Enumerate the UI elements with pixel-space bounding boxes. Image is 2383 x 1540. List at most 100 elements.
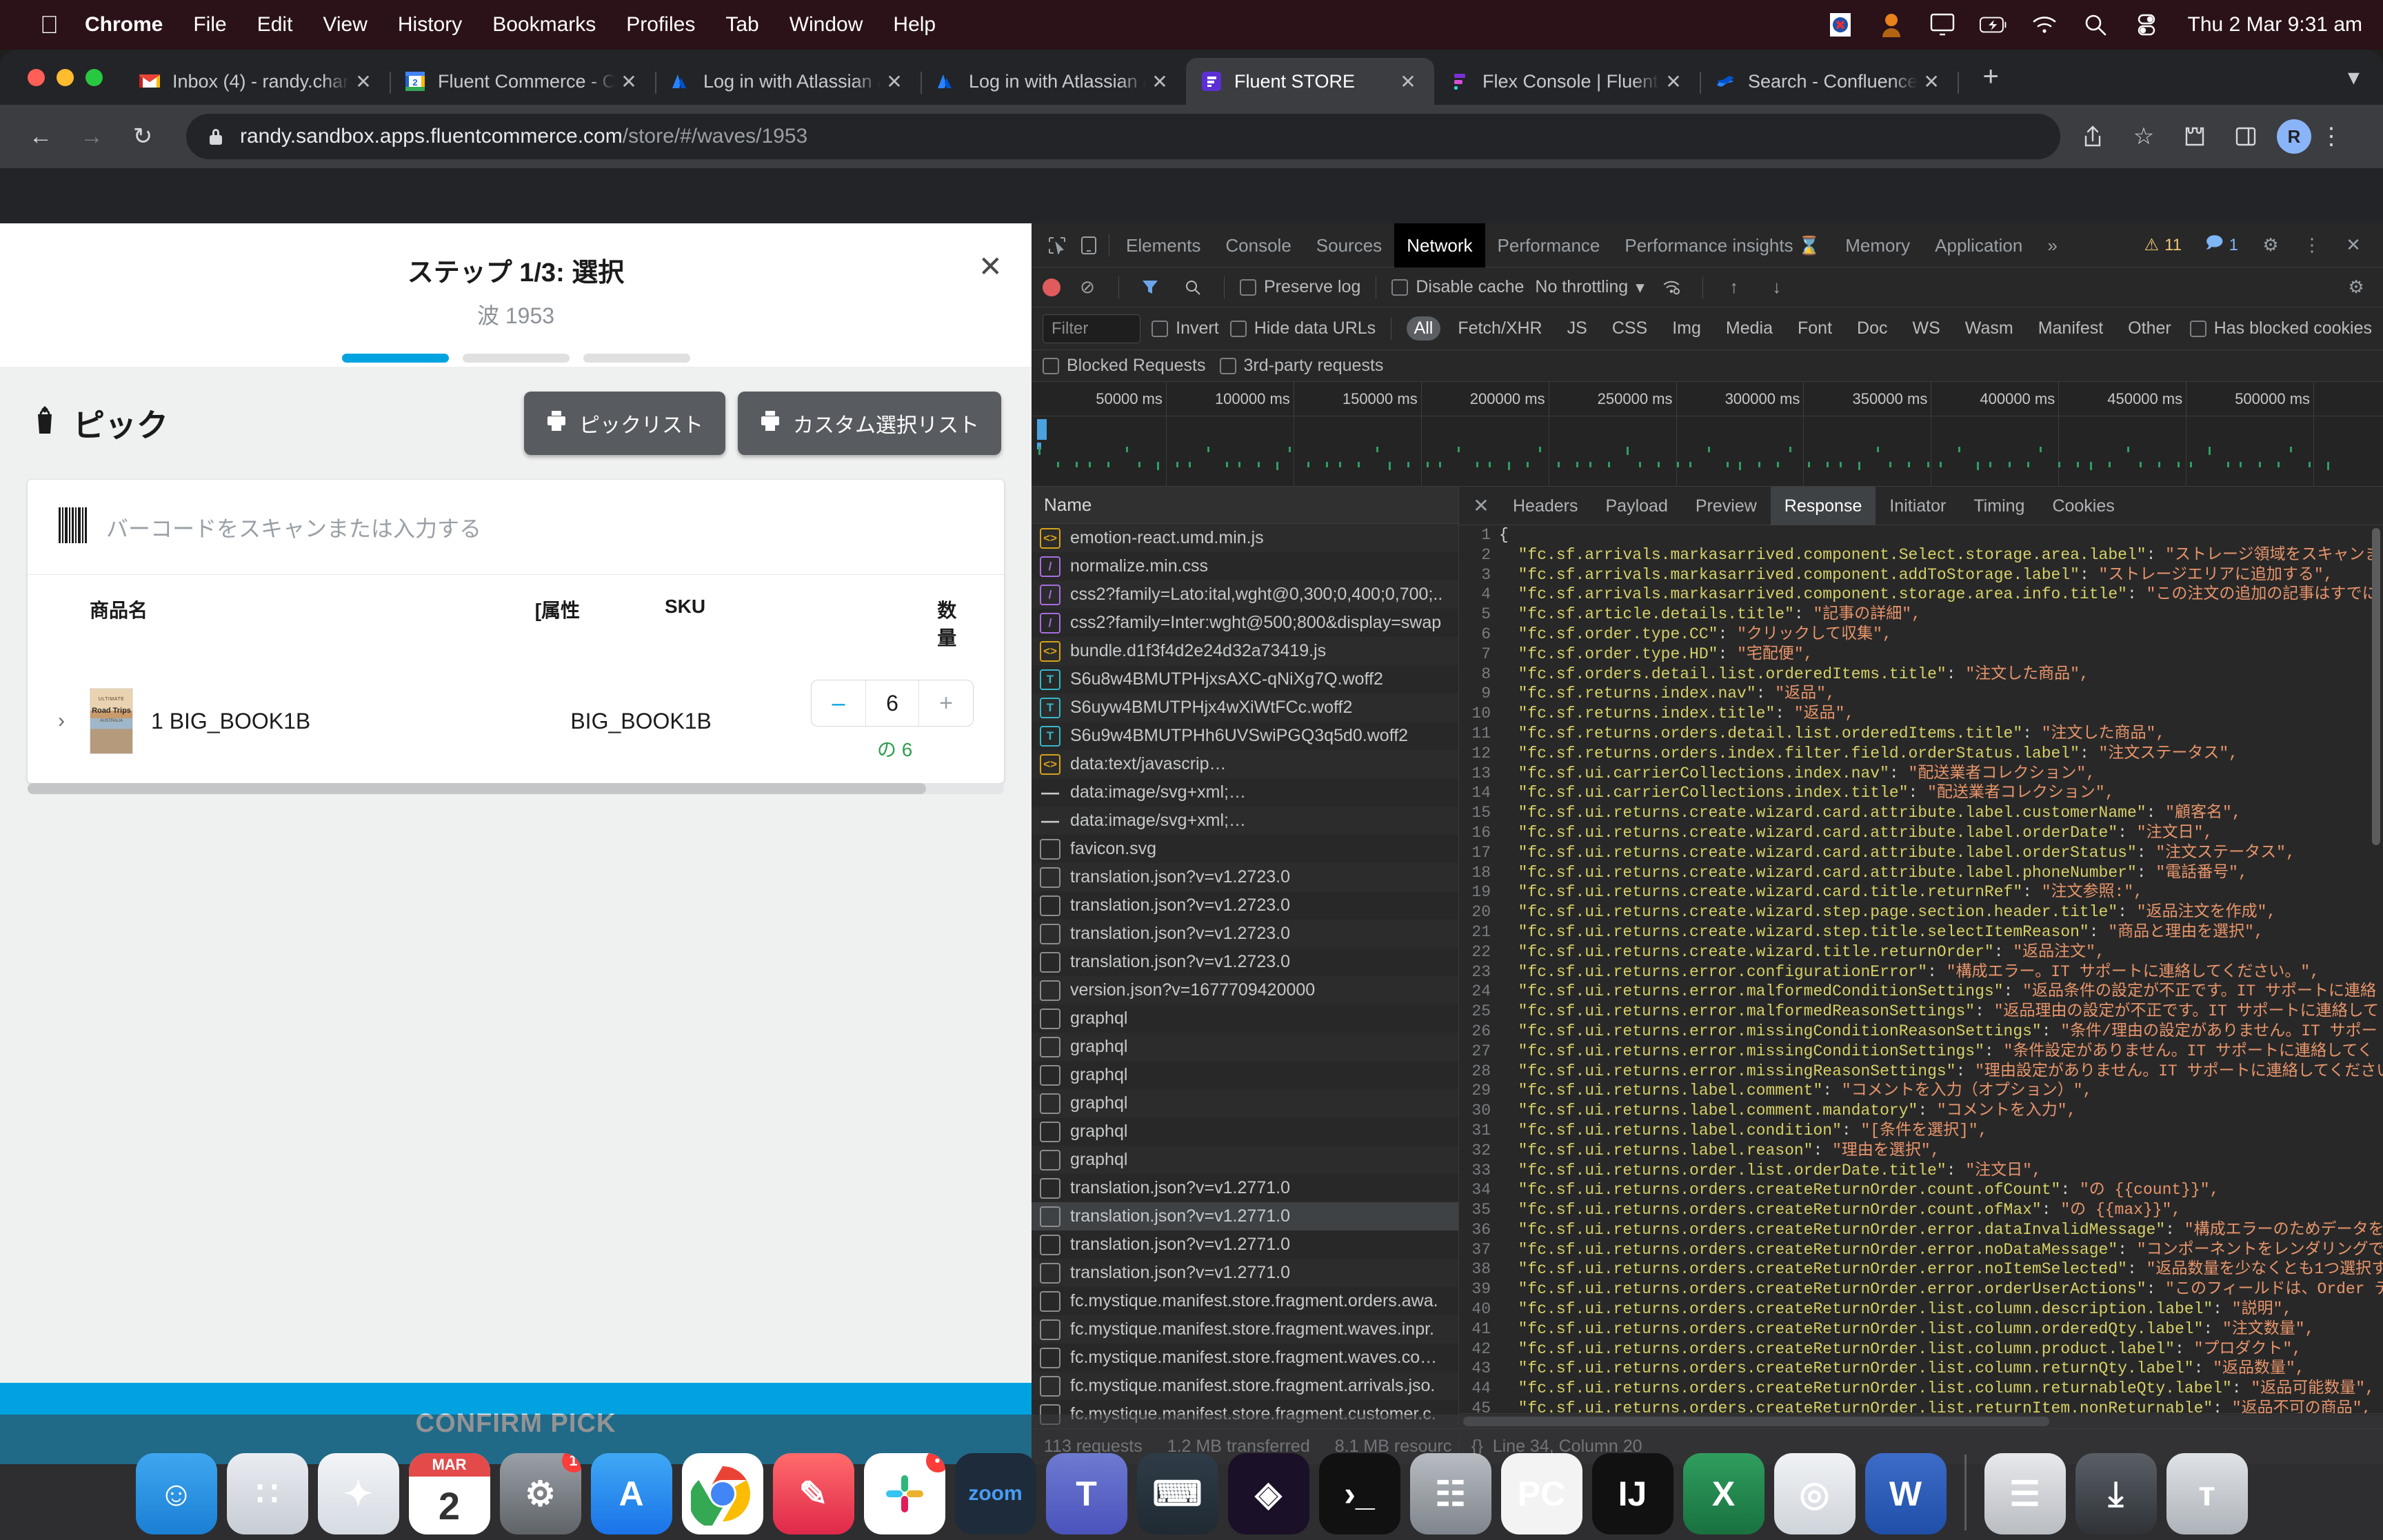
dock-item-launchpad[interactable]: ∷ [226,1453,308,1534]
request-row[interactable]: graphql [1032,1146,1458,1174]
import-har-icon[interactable]: ↑ [1718,272,1750,303]
menu-window[interactable]: Window [790,13,863,37]
request-list-body[interactable]: <> emotion-react.umd.min.js / normalize.min… [1032,524,1458,1428]
tab-console[interactable]: Console [1213,223,1303,267]
request-row[interactable]: fc.mystique.manifest.store.fragment.arri… [1032,1372,1458,1400]
dock-item-pc-manager[interactable]: PC [1500,1453,1582,1534]
request-row[interactable]: / normalize.min.css [1032,552,1458,580]
record-icon[interactable] [1043,278,1060,296]
request-row[interactable]: <> data:text/javascrip… [1032,750,1458,778]
pick-list-button[interactable]: ピックリスト [524,392,725,455]
more-panels-icon[interactable]: » [2035,223,2069,267]
disable-cache-checkbox[interactable]: Disable cache [1391,277,1524,297]
chrome-menu-icon[interactable]: ⋮ [2311,116,2351,156]
tab-cookies[interactable]: Cookies [2038,487,2128,525]
request-row[interactable]: <> bundle.d1f3f4d2e24d32a73419.js [1032,637,1458,665]
request-row[interactable]: — data:image/svg+xml;… [1032,778,1458,807]
display-icon[interactable] [1929,11,1956,39]
dock-item-app-store[interactable]: A [590,1453,672,1534]
extensions-icon[interactable] [2175,116,2215,156]
filter-type-doc[interactable]: Doc [1849,316,1895,341]
info-count-badge[interactable]: 🗩 1 [2198,230,2245,261]
devtools-close-icon[interactable]: ✕ [2337,230,2369,261]
dock-item-safari[interactable]: ✦ [317,1453,399,1534]
decrement-button[interactable]: – [812,690,865,717]
dock-item-chrome[interactable] [681,1453,763,1534]
filter-type-all[interactable]: All [1406,316,1441,341]
request-row[interactable]: / css2?family=Inter:wght@500;800&display=… [1032,609,1458,637]
request-row[interactable]: / css2?family=Lato:ital,wght@0,300;0,400;… [1032,580,1458,609]
dock-item-calendar[interactable]: MAR 2 [408,1453,490,1534]
share-icon[interactable] [2073,116,2113,156]
close-tab-button[interactable]: ✕ [1394,70,1422,93]
side-panel-icon[interactable] [2226,116,2266,156]
invert-checkbox[interactable]: Invert [1152,318,1219,338]
battery-charging-icon[interactable] [1979,11,2007,39]
dock-item-documents[interactable]: ☰ [1984,1453,2066,1534]
wifi-icon[interactable] [2031,11,2058,39]
devtools-more-icon[interactable]: ⋮ [2296,230,2328,261]
code-vertical-scrollbar[interactable] [2372,528,2380,845]
inspect-element-icon[interactable] [1041,230,1073,261]
dock-item-vscode[interactable]: ⌨ [1136,1453,1218,1534]
browser-tab-6[interactable]: Search - Confluence ✕ [1700,58,1960,105]
tab-sources[interactable]: Sources [1304,223,1394,267]
dock-item-excel[interactable]: X [1682,1453,1764,1534]
menu-history[interactable]: History [398,13,462,37]
filter-icon[interactable] [1134,272,1166,303]
device-toolbar-icon[interactable] [1073,230,1105,261]
request-row[interactable]: fc.mystique.manifest.store.fragment.wave… [1032,1344,1458,1372]
request-row[interactable]: translation.json?v=v1.2771.0 [1032,1174,1458,1202]
dock-item-downloads[interactable]: ⤓ [2075,1453,2157,1534]
request-row[interactable]: <> emotion-react.umd.min.js [1032,524,1458,552]
filter-type-fetch-xhr[interactable]: Fetch/XHR [1450,316,1549,341]
throttling-select[interactable]: No throttling ▾ [1535,277,1644,298]
search-icon[interactable] [2082,11,2109,39]
preserve-log-checkbox[interactable]: Preserve log [1240,277,1360,297]
forward-icon[interactable]: → [72,116,112,156]
address-bar[interactable]: randy.sandbox.apps.fluentcommerce.com/st… [186,114,2060,159]
request-row[interactable]: version.json?v=1677709420000 [1032,976,1458,1004]
request-row[interactable]: translation.json?v=v1.2723.0 [1032,948,1458,976]
reload-icon[interactable]: ↻ [123,116,163,156]
request-row[interactable]: T S6uyw4BMUTPHjx4wXiWtFCc.woff2 [1032,693,1458,722]
close-tab-button[interactable]: ✕ [1146,70,1174,93]
dock-item-terminal[interactable]: ›_ [1318,1453,1400,1534]
network-overview-timeline[interactable]: 50000 ms 100000 ms 150000 ms 200000 ms 25000… [1032,382,2383,487]
request-row[interactable]: graphql [1032,1061,1458,1089]
dock-item-preview[interactable]: ◎ [1773,1453,1856,1534]
dock-item-finder[interactable]: ☺ [135,1453,217,1534]
filter-type-css[interactable]: CSS [1605,316,1655,341]
tab-network[interactable]: Network [1394,223,1485,267]
filter-type-manifest[interactable]: Manifest [2031,316,2111,341]
request-row[interactable]: translation.json?v=v1.2771.0 [1032,1259,1458,1287]
tab-preview[interactable]: Preview [1682,487,1771,525]
apple-logo-icon[interactable]:  [40,12,59,37]
clear-icon[interactable]: ⊘ [1072,272,1103,303]
network-conditions-icon[interactable] [1656,272,1687,303]
search-icon[interactable] [1177,272,1209,303]
minimize-window-button[interactable] [57,69,74,86]
menu-view[interactable]: View [323,13,367,37]
close-tab-button[interactable]: ✕ [615,70,643,93]
warning-count-badge[interactable]: ⚠ 11 [2138,234,2189,256]
menu-bookmarks[interactable]: Bookmarks [492,13,596,37]
table-horizontal-scrollbar[interactable] [28,783,1004,794]
export-har-icon[interactable]: ↓ [1761,272,1793,303]
gear-icon[interactable]: ⚙ [2255,230,2286,261]
browser-tab-3[interactable]: Log in with Atlassian accou✕ [921,58,1186,105]
menu-tab[interactable]: Tab [725,13,758,37]
request-row[interactable]: fc.mystique.manifest.store.fragment.orde… [1032,1287,1458,1315]
response-code-viewer[interactable]: 1{2 "fc.sf.arrivals.markasarrived.compon… [1459,525,2383,1413]
custom-selection-list-button[interactable]: カスタム選択リスト [738,392,1001,455]
filter-type-media[interactable]: Media [1718,316,1780,341]
tab-list-chevron-icon[interactable]: ▾ [2348,63,2360,91]
filter-type-ws[interactable]: WS [1905,316,1948,341]
tab-response[interactable]: Response [1770,486,1876,525]
tab-payload[interactable]: Payload [1592,487,1682,525]
tab-performance-insights[interactable]: Performance insights ⌛ [1612,223,1833,267]
browser-tab-0[interactable]: Inbox (4) - randy.chan@flu✕ [124,58,391,105]
dock-item-trash[interactable]: ᴛ [2166,1453,2248,1534]
menu-edit[interactable]: Edit [257,13,293,37]
quantity-stepper[interactable]: – 6 + [811,680,974,727]
